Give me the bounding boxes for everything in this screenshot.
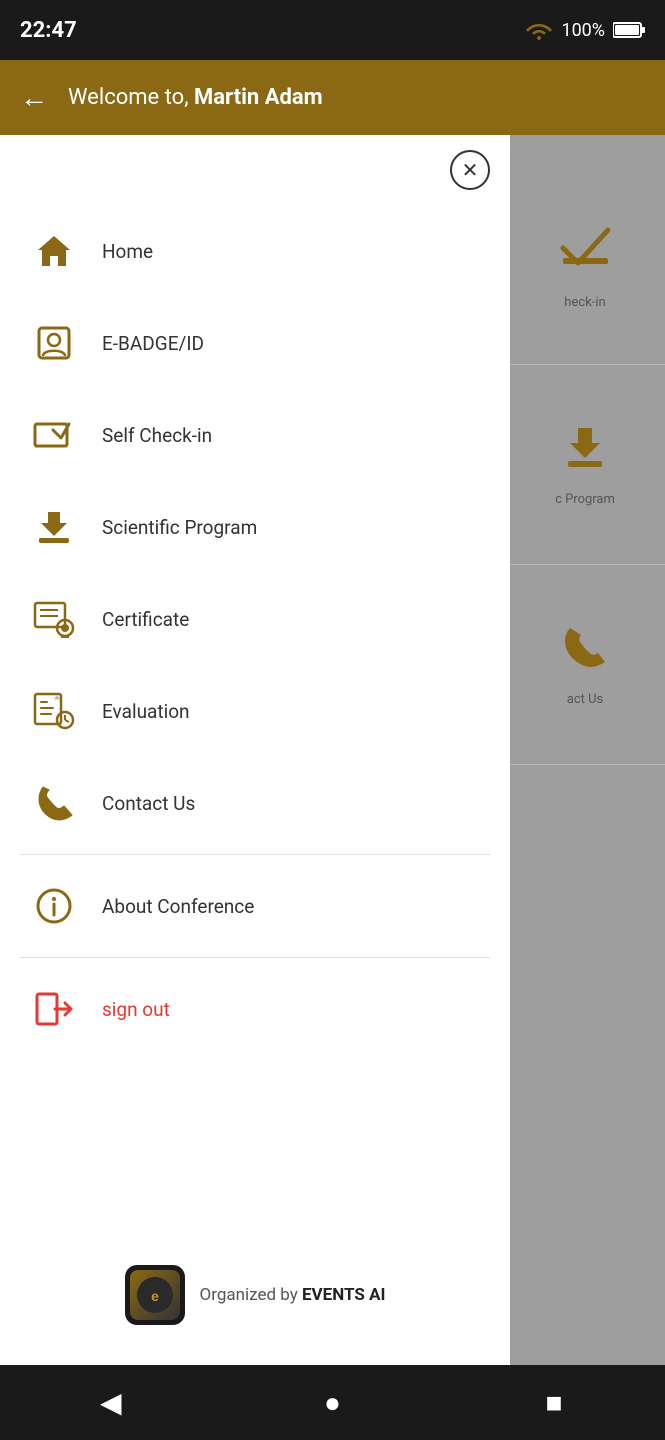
nav-recent-icon: ■	[546, 1386, 563, 1419]
nav-back-icon: ◀	[100, 1386, 122, 1419]
checkin-icon	[30, 411, 78, 459]
background-right-panel: heck-in c Program act Us	[505, 135, 665, 1365]
nav-home-icon: ●	[324, 1386, 341, 1419]
menu-item-contact-us[interactable]: Contact Us	[0, 757, 510, 849]
wifi-icon	[525, 20, 553, 40]
menu-item-evaluation[interactable]: Evaluation	[0, 665, 510, 757]
badge-icon	[30, 319, 78, 367]
header-title-prefix: Welcome to,	[68, 85, 194, 110]
menu-label-about-conference: About Conference	[102, 895, 254, 918]
nav-back-button[interactable]: ◀	[86, 1378, 136, 1428]
header-title: Welcome to, Martin Adam	[68, 85, 323, 110]
bg-contact-label: act Us	[567, 692, 604, 707]
menu-label-self-checkin: Self Check-in	[102, 424, 212, 447]
drawer-footer: e Organized by EVENTS AI	[0, 1235, 510, 1365]
footer-text: Organized by EVENTS AI	[200, 1285, 386, 1305]
bg-contact-item: act Us	[505, 565, 665, 765]
divider-1	[20, 854, 490, 855]
header-title-name: Martin Adam	[194, 85, 323, 110]
menu-label-ebadge: E-BADGE/ID	[102, 332, 204, 355]
signout-icon	[30, 985, 78, 1033]
menu-label-contact-us: Contact Us	[102, 792, 195, 815]
info-icon	[30, 882, 78, 930]
certificate-icon	[30, 595, 78, 643]
menu-item-certificate[interactable]: Certificate	[0, 573, 510, 665]
events-ai-logo: e	[130, 1270, 180, 1320]
menu-item-self-checkin[interactable]: Self Check-in	[0, 389, 510, 481]
battery-text: 100%	[561, 20, 605, 41]
close-drawer-button[interactable]: ✕	[450, 150, 490, 190]
divider-2	[20, 957, 490, 958]
close-icon: ✕	[462, 158, 479, 182]
footer-organized-by: Organized by	[200, 1285, 302, 1305]
header: ← Welcome to, Martin Adam	[0, 60, 665, 135]
menu-item-about-conference[interactable]: About Conference	[0, 860, 510, 952]
download-icon	[30, 503, 78, 551]
nav-bar: ◀ ● ■	[0, 1365, 665, 1440]
back-button[interactable]: ←	[20, 81, 48, 114]
nav-recent-button[interactable]: ■	[529, 1378, 579, 1428]
evaluation-icon	[30, 687, 78, 735]
battery-icon	[613, 21, 645, 39]
menu-item-home[interactable]: Home	[0, 205, 510, 297]
footer-logo: e	[125, 1265, 185, 1325]
close-btn-row: ✕	[0, 135, 510, 195]
menu-list: Home E-BADGE/ID Self Check	[0, 195, 510, 1235]
menu-label-sign-out: sign out	[102, 998, 170, 1021]
status-bar: 22:47 100%	[0, 0, 665, 60]
menu-label-scientific-program: Scientific Program	[102, 516, 257, 539]
nav-home-button[interactable]: ●	[307, 1378, 357, 1428]
home-icon	[30, 227, 78, 275]
bg-program-item: c Program	[505, 365, 665, 565]
menu-item-ebadge[interactable]: E-BADGE/ID	[0, 297, 510, 389]
footer-brand: EVENTS AI	[302, 1285, 385, 1305]
side-drawer: ✕ Home E-BADGE/ID	[0, 135, 510, 1365]
bg-checkin-label: heck-in	[564, 295, 605, 310]
phone-icon	[30, 779, 78, 827]
bg-program-label: c Program	[555, 492, 615, 507]
menu-item-sign-out[interactable]: sign out	[0, 963, 510, 1055]
status-icons: 100%	[525, 20, 645, 41]
menu-label-evaluation: Evaluation	[102, 700, 190, 723]
menu-label-certificate: Certificate	[102, 608, 189, 631]
menu-item-scientific-program[interactable]: Scientific Program	[0, 481, 510, 573]
bg-checkin-item: heck-in	[505, 165, 665, 365]
menu-label-home: Home	[102, 240, 153, 263]
svg-text:e: e	[151, 1288, 159, 1304]
status-time: 22:47	[20, 18, 77, 43]
